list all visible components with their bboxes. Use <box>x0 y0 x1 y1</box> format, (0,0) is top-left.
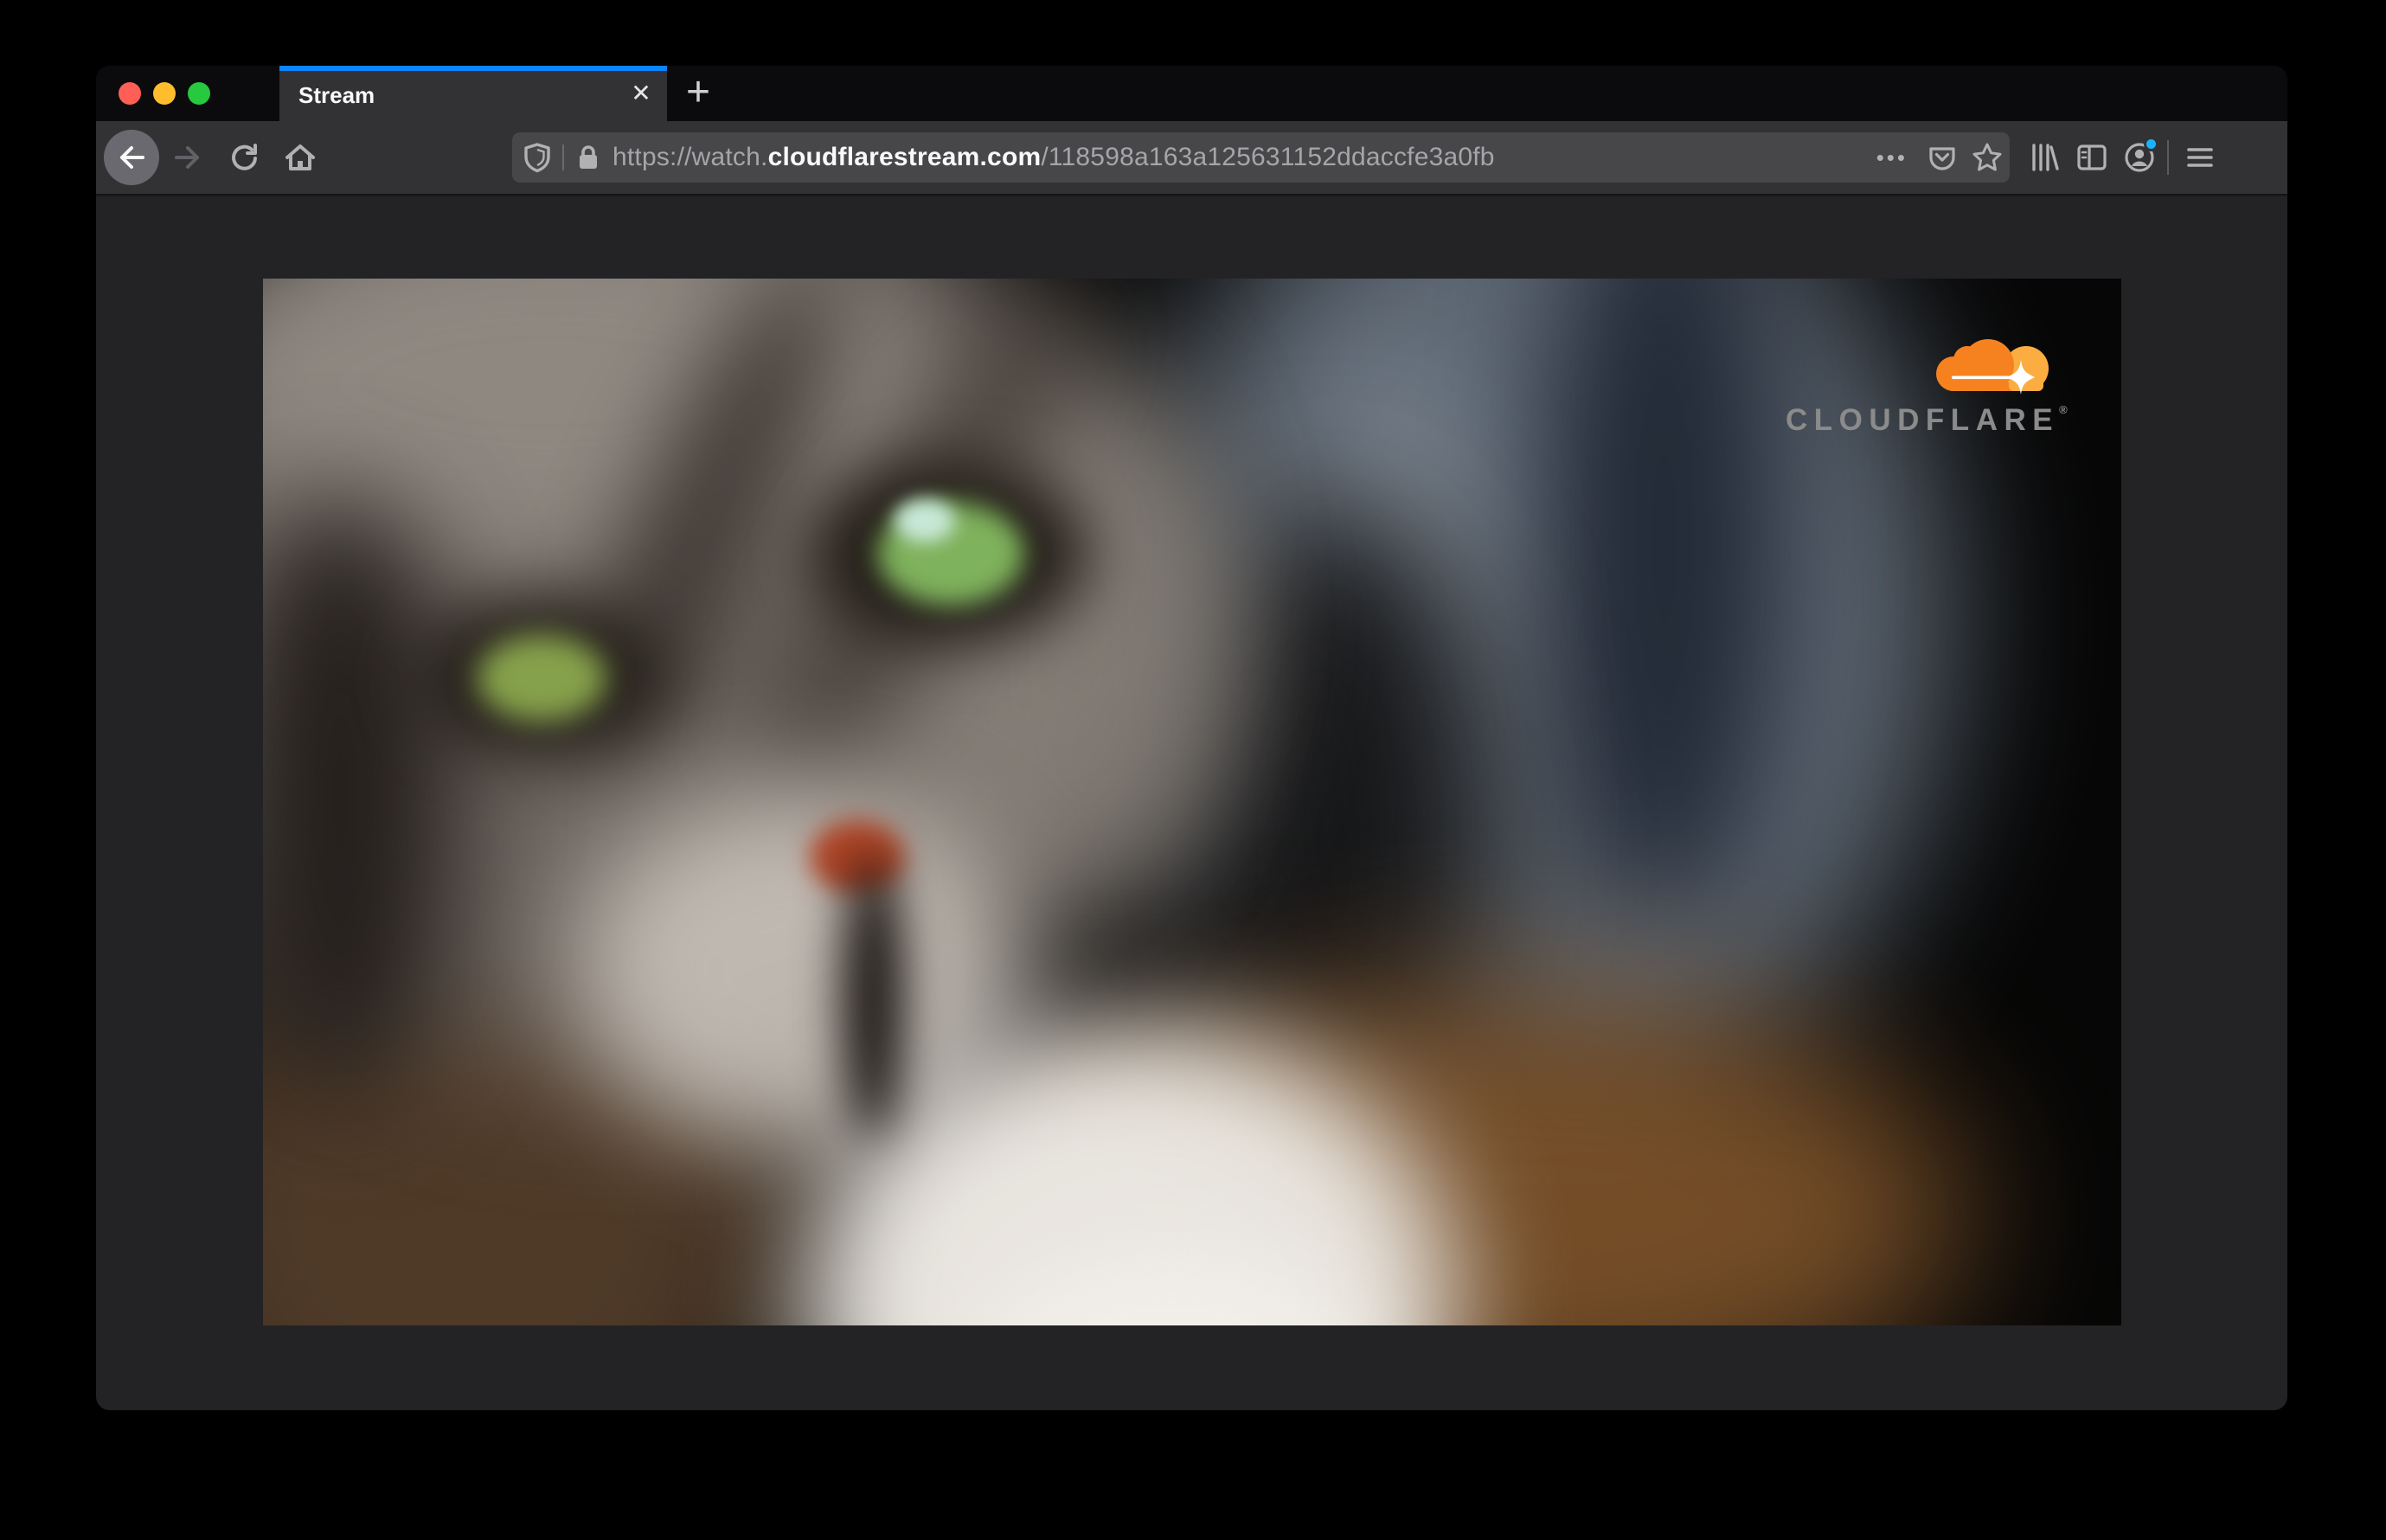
cloudflare-logo: CLOUDFLARE® <box>1786 329 2080 438</box>
url-domain: cloudflarestream.com <box>767 143 1042 171</box>
page-actions-button[interactable]: ••• <box>1864 132 1920 183</box>
account-button[interactable] <box>2115 121 2164 194</box>
back-button[interactable] <box>104 121 159 194</box>
browser-window: Stream ✕ + https://watch.cloudflarestrea… <box>96 66 2287 1410</box>
video-player[interactable]: CLOUDFLARE® <box>263 279 2121 1325</box>
close-icon: ✕ <box>631 80 651 106</box>
bookmark-button[interactable] <box>1965 132 2010 183</box>
star-icon <box>1972 143 2002 171</box>
tab-close-button[interactable]: ✕ <box>625 78 657 109</box>
url-text[interactable]: https://watch.cloudflarestream.com/11859… <box>613 143 1495 172</box>
cloudflare-wordmark: CLOUDFLARE® <box>1786 403 2068 437</box>
back-arrow-icon <box>120 146 144 169</box>
sidebar-button[interactable] <box>2068 121 2116 194</box>
home-button[interactable] <box>276 121 324 194</box>
back-button-circle <box>104 130 159 185</box>
new-tab-button[interactable]: + <box>676 71 721 116</box>
navigation-toolbar: https://watch.cloudflarestream.com/11859… <box>96 121 2287 196</box>
url-prefix: https://watch. <box>613 143 768 171</box>
pocket-button[interactable] <box>1920 132 1965 183</box>
tracking-protection-button[interactable] <box>512 142 562 173</box>
registered-mark: ® <box>2059 403 2068 416</box>
forward-button[interactable] <box>164 121 212 194</box>
menu-button[interactable] <box>2176 121 2224 194</box>
urlbar-actions: ••• <box>1864 132 2010 183</box>
cat-mouth-blob <box>843 854 903 1139</box>
toolbar-divider <box>2167 140 2169 175</box>
macos-minimize-button[interactable] <box>153 82 176 105</box>
plus-icon: + <box>685 69 711 115</box>
address-bar[interactable]: https://watch.cloudflarestream.com/11859… <box>512 132 2010 183</box>
forward-arrow-icon <box>175 146 199 169</box>
cloudflare-cloud-icon <box>1936 339 2049 395</box>
url-path: /118598a163a125631152ddaccfe3a0fb <box>1041 143 1495 171</box>
macos-zoom-button[interactable] <box>188 82 210 105</box>
macos-close-button[interactable] <box>119 82 141 105</box>
cat-eye-left <box>477 635 606 722</box>
tab-title: Stream <box>298 82 375 108</box>
reload-icon <box>232 144 257 170</box>
library-icon <box>2032 144 2059 171</box>
home-icon <box>285 144 315 170</box>
site-security-button[interactable] <box>564 142 613 173</box>
reload-button[interactable] <box>221 121 269 194</box>
library-button[interactable] <box>2020 121 2069 194</box>
hamburger-icon <box>2187 148 2213 167</box>
tab-stream[interactable]: Stream ✕ <box>279 66 667 121</box>
shield-icon <box>524 143 550 173</box>
page-content: CLOUDFLARE® <box>96 197 2287 1410</box>
cat-eye-highlight <box>895 499 955 542</box>
tab-bar: Stream ✕ + <box>96 66 2287 121</box>
lock-icon <box>580 145 597 169</box>
notification-dot <box>2144 137 2158 151</box>
sidebar-icon <box>2077 144 2107 170</box>
meatball-icon: ••• <box>1876 144 1908 170</box>
pocket-icon <box>1929 147 1955 170</box>
